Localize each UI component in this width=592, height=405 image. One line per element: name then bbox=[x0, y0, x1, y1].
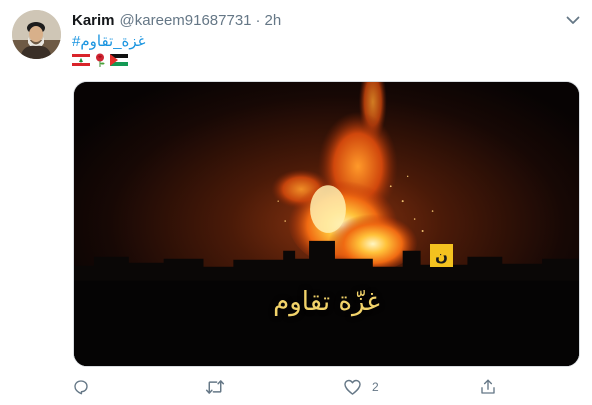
retweet-button[interactable] bbox=[205, 376, 235, 398]
retweet-icon bbox=[205, 380, 225, 394]
reply-icon bbox=[74, 380, 88, 395]
explosion-scene bbox=[74, 82, 579, 366]
display-name[interactable]: Karim bbox=[72, 12, 115, 29]
video-overlay-text: غزّة تقاوم bbox=[273, 287, 380, 317]
reply-button[interactable] bbox=[72, 376, 100, 398]
avatar[interactable] bbox=[12, 10, 61, 59]
timestamp[interactable]: 2h bbox=[265, 12, 282, 29]
separator-dot: · bbox=[255, 12, 261, 29]
like-count: 2 bbox=[372, 380, 379, 394]
more-options-chevron-icon[interactable] bbox=[565, 12, 581, 28]
tweet[interactable]: Karim @kareem91687731 · 2h #غزة_تقاوم ن … bbox=[0, 0, 592, 405]
hashtag-link[interactable]: #غزة_تقاوم bbox=[72, 32, 146, 50]
user-handle[interactable]: @kareem91687731 bbox=[120, 12, 252, 29]
share-icon bbox=[481, 379, 495, 394]
like-button[interactable]: 2 bbox=[343, 376, 379, 398]
share-button[interactable] bbox=[479, 376, 507, 398]
tweet-header: Karim @kareem91687731 · 2h bbox=[72, 12, 281, 32]
emoji-row bbox=[72, 53, 128, 67]
heart-icon bbox=[344, 379, 361, 395]
lebanon-flag-icon bbox=[72, 54, 90, 66]
rose-icon bbox=[96, 53, 105, 67]
tweet-actions: 2 bbox=[72, 376, 512, 398]
video-media[interactable]: ن غزّة تقاوم bbox=[73, 81, 580, 367]
channel-logo: ن bbox=[430, 244, 453, 267]
palestine-flag-icon bbox=[110, 54, 128, 66]
